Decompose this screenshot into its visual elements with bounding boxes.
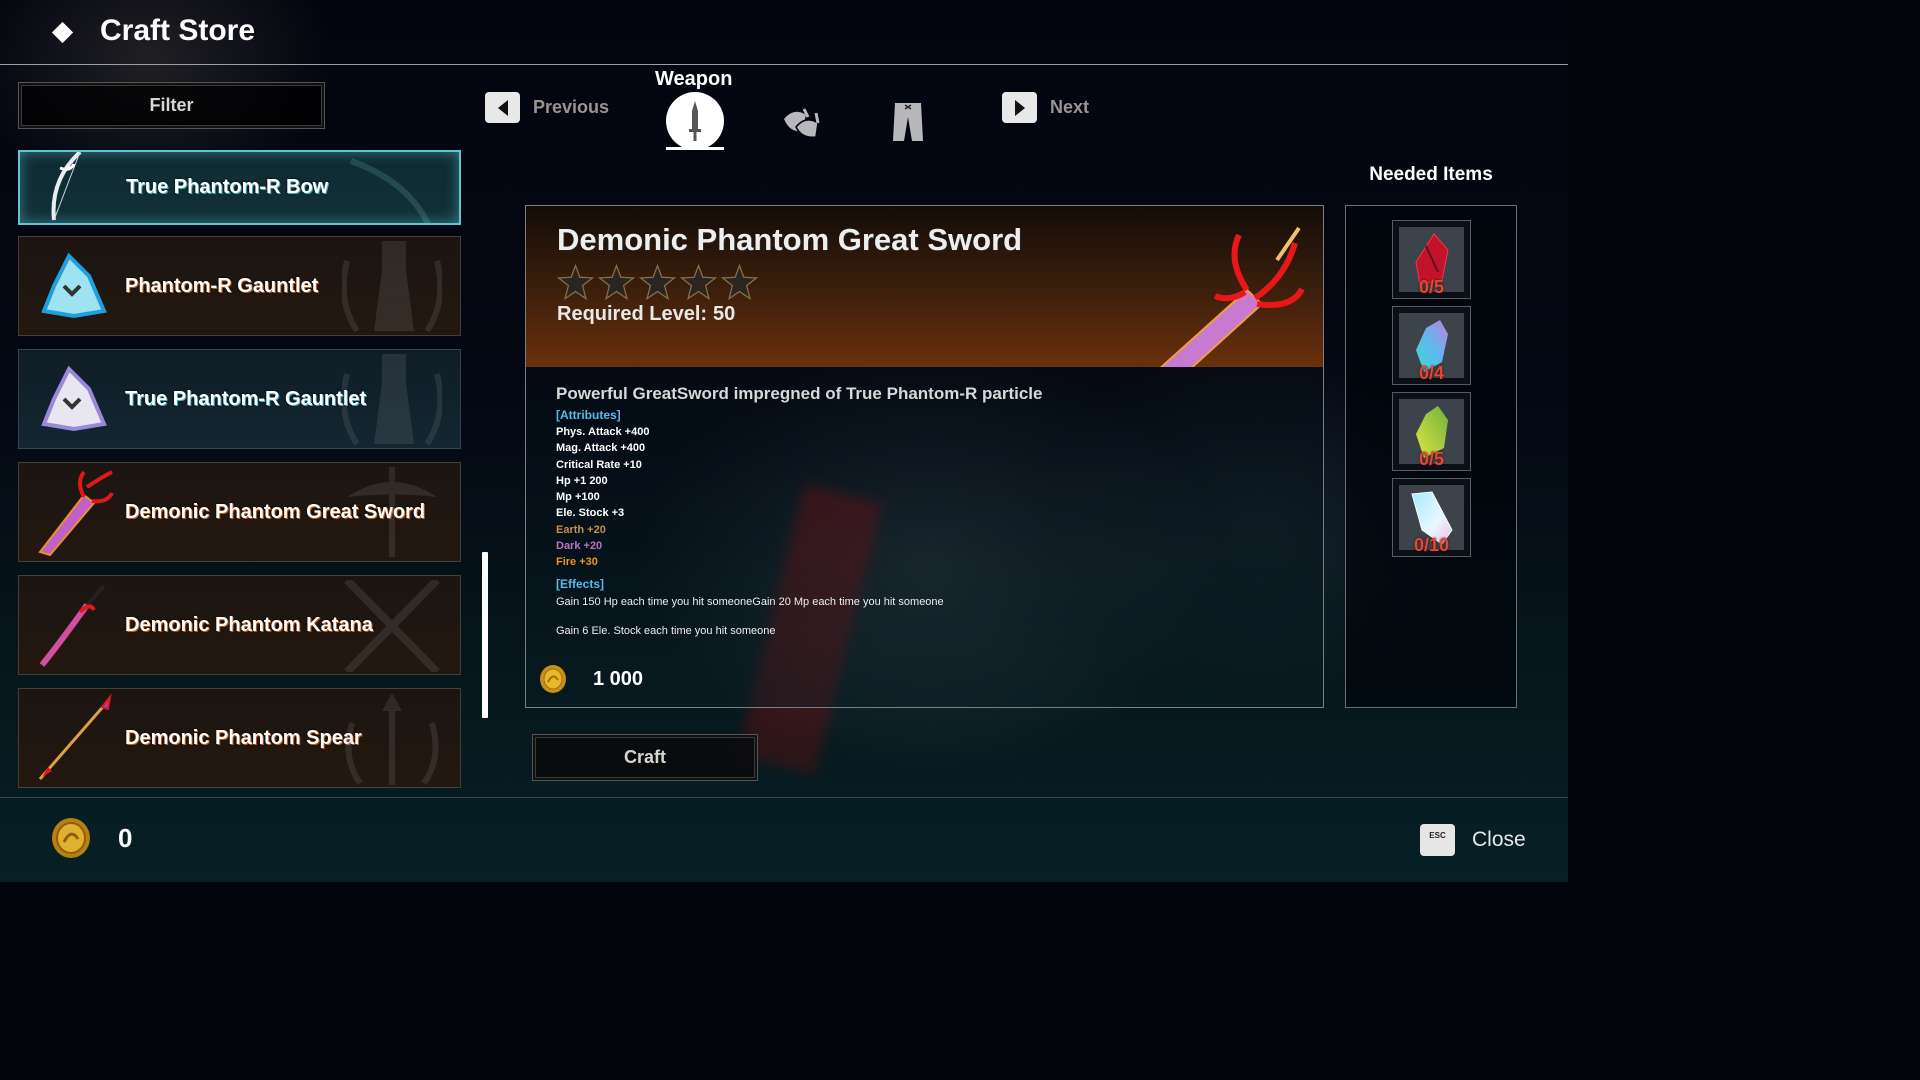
pants-icon: [893, 103, 923, 141]
item-name: True Phantom-R Gauntlet: [125, 387, 367, 410]
footer-divider: [0, 797, 1568, 798]
active-tab-underline: [666, 147, 724, 150]
attribute-line: Dark +20: [556, 540, 603, 553]
star-icon: [721, 264, 758, 301]
next-category-button[interactable]: Next: [1002, 92, 1089, 123]
tab-weapon[interactable]: [666, 92, 724, 150]
tab-armor[interactable]: [778, 104, 824, 140]
list-item-demonic-phantom-great-sword[interactable]: Demonic Phantom Great Sword: [18, 462, 461, 562]
page-title: Craft Store: [100, 14, 256, 47]
player-gold: 0: [50, 817, 132, 859]
attribute-list: Phys. Attack +400 Mag. Attack +400 Critica…: [556, 424, 1296, 571]
star-icon: [598, 264, 635, 301]
item-description: Powerful GreatSword impregned of True Ph…: [556, 384, 1043, 403]
gold-coin-icon: [540, 665, 566, 693]
header-bar: Craft Store: [0, 0, 1568, 65]
katana-icon: [29, 580, 119, 670]
close-label: Close: [1472, 828, 1526, 851]
item-name: Phantom-R Gauntlet: [125, 274, 319, 297]
item-detail-header: Demonic Phantom Great Sword Required Lev…: [526, 206, 1323, 367]
required-level-value: 50: [713, 303, 736, 325]
attribute-line: Mag. Attack +400: [556, 442, 646, 455]
material-count: 0/5: [1418, 449, 1445, 469]
attribute-line: Critical Rate +10: [556, 458, 642, 471]
item-name: True Phantom-R Bow: [126, 176, 329, 198]
star-rating: [557, 264, 758, 301]
material-count: 0/4: [1418, 363, 1445, 383]
spear-watermark-icon: [345, 693, 439, 785]
required-level: Required Level: 50: [557, 303, 735, 326]
katana-watermark-icon: [344, 580, 440, 672]
attributes-header: [Attributes]: [556, 408, 621, 422]
attribute-line: Mp +100: [556, 491, 600, 504]
item-name: Demonic Phantom Katana: [125, 613, 373, 636]
previous-label: Previous: [533, 97, 610, 117]
diamond-icon: [51, 21, 74, 44]
left-arrow-key-icon: [485, 92, 520, 123]
item-detail-body: Powerful GreatSword impregned of True Ph…: [556, 384, 1296, 638]
next-label: Next: [1050, 97, 1090, 117]
craft-item-list: True Phantom-R Bow Phantom-R Gauntlet Tr…: [18, 150, 463, 790]
attribute-line: Fire +30: [556, 556, 598, 569]
item-detail-panel: Demonic Phantom Great Sword Required Lev…: [525, 205, 1324, 708]
list-item-demonic-phantom-spear[interactable]: Demonic Phantom Spear: [18, 688, 461, 788]
item-title: Demonic Phantom Great Sword: [557, 222, 1023, 257]
effects-header: [Effects]: [556, 576, 605, 591]
attribute-line: Hp +1 200: [556, 474, 608, 487]
material-count: 0/5: [1418, 277, 1445, 297]
material-slot-red-crystal[interactable]: 0/5: [1392, 220, 1471, 299]
previous-category-button[interactable]: Previous: [485, 92, 609, 123]
tab-pants[interactable]: [890, 100, 926, 144]
price-value: 1 000: [593, 667, 644, 690]
material-slot-clear-crystal[interactable]: 0/10: [1392, 478, 1471, 557]
attribute-line: Phys. Attack +400: [556, 426, 650, 438]
attribute-line: Ele. Stock +3: [556, 507, 625, 520]
star-icon: [639, 264, 676, 301]
sword-icon: [689, 101, 701, 141]
spear-icon: [29, 693, 119, 783]
needed-items-panel: 0/5 0/4 0/5 0/10: [1345, 205, 1517, 708]
gauntlet-icon: [29, 354, 119, 444]
gauntlet-watermark-icon: [342, 241, 442, 333]
esc-key-icon: ESC: [1420, 824, 1455, 856]
gauntlet-icon: [29, 241, 119, 331]
material-slot-rainbow-crystal[interactable]: 0/4: [1392, 306, 1471, 385]
filter-button[interactable]: Filter: [18, 82, 325, 129]
great-sword-icon: [29, 467, 119, 557]
gold-value: 0: [118, 822, 133, 853]
material-count: 0/10: [1413, 535, 1450, 555]
list-item-demonic-phantom-katana[interactable]: Demonic Phantom Katana: [18, 575, 461, 675]
star-icon: [557, 264, 594, 301]
list-item-phantom-r-gauntlet[interactable]: Phantom-R Gauntlet: [18, 236, 461, 336]
star-icon: [680, 264, 717, 301]
close-button[interactable]: ESC Close: [1420, 824, 1526, 856]
list-item-true-phantom-r-bow[interactable]: True Phantom-R Bow: [18, 150, 461, 225]
craft-price: 1 000: [538, 664, 643, 694]
item-list-scrollbar[interactable]: [482, 552, 488, 718]
effect-line: Gain 6 Ele. Stock each time you hit some…: [556, 624, 776, 637]
item-name: Demonic Phantom Spear: [125, 726, 362, 749]
needed-items-title: Needed Items: [1369, 164, 1493, 185]
current-category-label: Weapon: [655, 68, 733, 90]
shoulder-armor-icon: [784, 108, 820, 139]
great-sword-image: [1159, 226, 1305, 367]
sword-watermark-icon: [347, 467, 437, 557]
material-slot-green-crystal[interactable]: 0/5: [1392, 392, 1471, 471]
list-item-true-phantom-r-gauntlet[interactable]: True Phantom-R Gauntlet: [18, 349, 461, 449]
craft-button[interactable]: Craft: [532, 734, 758, 781]
bow-icon: [30, 152, 120, 223]
effect-line: Gain 150 Hp each time you hit someoneGai…: [556, 595, 944, 608]
attribute-line: Earth +20: [556, 523, 606, 536]
gold-coin-icon: [52, 818, 90, 858]
bow-watermark-icon: [349, 158, 431, 223]
required-level-label: Required Level:: [557, 303, 708, 325]
gauntlet-watermark-icon: [342, 354, 442, 446]
right-arrow-key-icon: [1002, 92, 1037, 123]
